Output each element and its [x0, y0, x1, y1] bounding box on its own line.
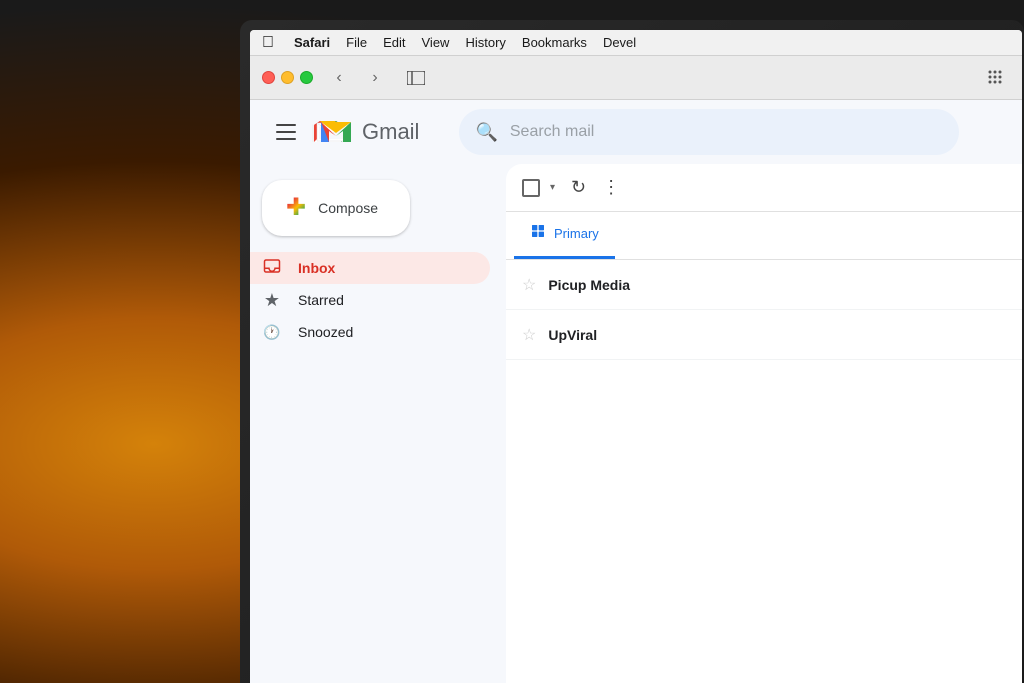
forward-icon: › — [372, 69, 377, 87]
compose-label: Compose — [318, 200, 378, 216]
email-list-toolbar: ▾ ↻ ⋮ — [506, 164, 1022, 212]
laptop-screen:  Safari File Edit View History Bookmark… — [250, 30, 1022, 683]
star-icon[interactable]: ☆ — [522, 325, 536, 345]
maximize-button[interactable] — [300, 71, 313, 84]
snoozed-label: Snoozed — [298, 324, 353, 340]
menubar-history[interactable]: History — [465, 35, 505, 50]
gmail-logo: Gmail — [310, 114, 419, 150]
sidebar-toggle-button[interactable] — [401, 64, 431, 92]
menubar-bookmarks[interactable]: Bookmarks — [522, 35, 587, 50]
safari-toolbar: ‹ › — [250, 56, 1022, 100]
sidebar-toggle-icon — [407, 71, 425, 85]
hamburger-line — [276, 138, 296, 140]
minimize-button[interactable] — [281, 71, 294, 84]
gmail-wordmark: Gmail — [362, 119, 419, 145]
primary-tab-label: Primary — [554, 226, 599, 241]
menubar-develop[interactable]: Devel — [603, 35, 636, 50]
select-dropdown[interactable]: ▾ — [550, 182, 555, 193]
close-button[interactable] — [262, 71, 275, 84]
hamburger-line — [276, 124, 296, 126]
sidebar-item-snoozed[interactable]: 🕐 Snoozed — [250, 316, 490, 348]
select-all-checkbox[interactable] — [522, 179, 540, 197]
star-icon[interactable]: ☆ — [522, 275, 536, 295]
primary-tab[interactable]: Primary — [514, 211, 615, 259]
back-icon: ‹ — [336, 69, 341, 87]
menubar-safari[interactable]: Safari — [294, 35, 330, 50]
forward-button[interactable]: › — [361, 64, 389, 92]
gmail-sidebar: ✚ Compose Inbox ★ Starred — [250, 164, 506, 683]
sidebar-item-inbox[interactable]: Inbox — [250, 252, 490, 284]
back-button[interactable]: ‹ — [325, 64, 353, 92]
gmail-category-tabs: Primary — [506, 212, 1022, 260]
primary-tab-icon — [530, 223, 546, 244]
inbox-icon — [262, 257, 282, 280]
email-sender: Picup Media — [548, 277, 668, 293]
gmail-search-bar[interactable]: 🔍 Search mail — [459, 109, 959, 155]
gmail-body: ✚ Compose Inbox ★ Starred — [250, 164, 1022, 683]
inbox-label: Inbox — [298, 260, 335, 276]
email-sender: UpViral — [548, 327, 668, 343]
sidebar-item-starred[interactable]: ★ Starred — [250, 284, 490, 316]
gmail-email-list-area: ▾ ↻ ⋮ — [506, 164, 1022, 683]
menubar-edit[interactable]: Edit — [383, 35, 405, 50]
compose-button[interactable]: ✚ Compose — [262, 180, 410, 236]
snoozed-icon: 🕐 — [262, 324, 282, 341]
email-row[interactable]: ☆ UpViral — [506, 310, 1022, 360]
email-row[interactable]: ☆ Picup Media — [506, 260, 1022, 310]
gmail-app: Gmail 🔍 Search mail ✚ Compose — [250, 100, 1022, 683]
gmail-m-final — [318, 119, 354, 145]
menubar-file[interactable]: File — [346, 35, 367, 50]
refresh-button[interactable]: ↻ — [571, 177, 586, 198]
gmail-header: Gmail 🔍 Search mail — [250, 100, 1022, 164]
tab-grid-icon — [988, 70, 1004, 86]
search-placeholder-text: Search mail — [510, 123, 594, 141]
compose-plus-icon: ✚ — [286, 196, 306, 220]
more-options-button[interactable]: ⋮ — [602, 177, 620, 198]
hamburger-line — [276, 131, 296, 133]
starred-icon: ★ — [262, 290, 282, 311]
apple-menu[interactable]:  — [262, 34, 274, 52]
email-list: ☆ Picup Media ☆ UpViral — [506, 260, 1022, 360]
search-icon: 🔍 — [475, 122, 497, 143]
menubar-view[interactable]: View — [422, 35, 450, 50]
hamburger-menu-button[interactable] — [266, 112, 306, 152]
macos-menubar:  Safari File Edit View History Bookmark… — [250, 30, 1022, 56]
traffic-lights — [262, 71, 313, 84]
starred-label: Starred — [298, 292, 344, 308]
tab-overview-button[interactable] — [982, 64, 1010, 92]
